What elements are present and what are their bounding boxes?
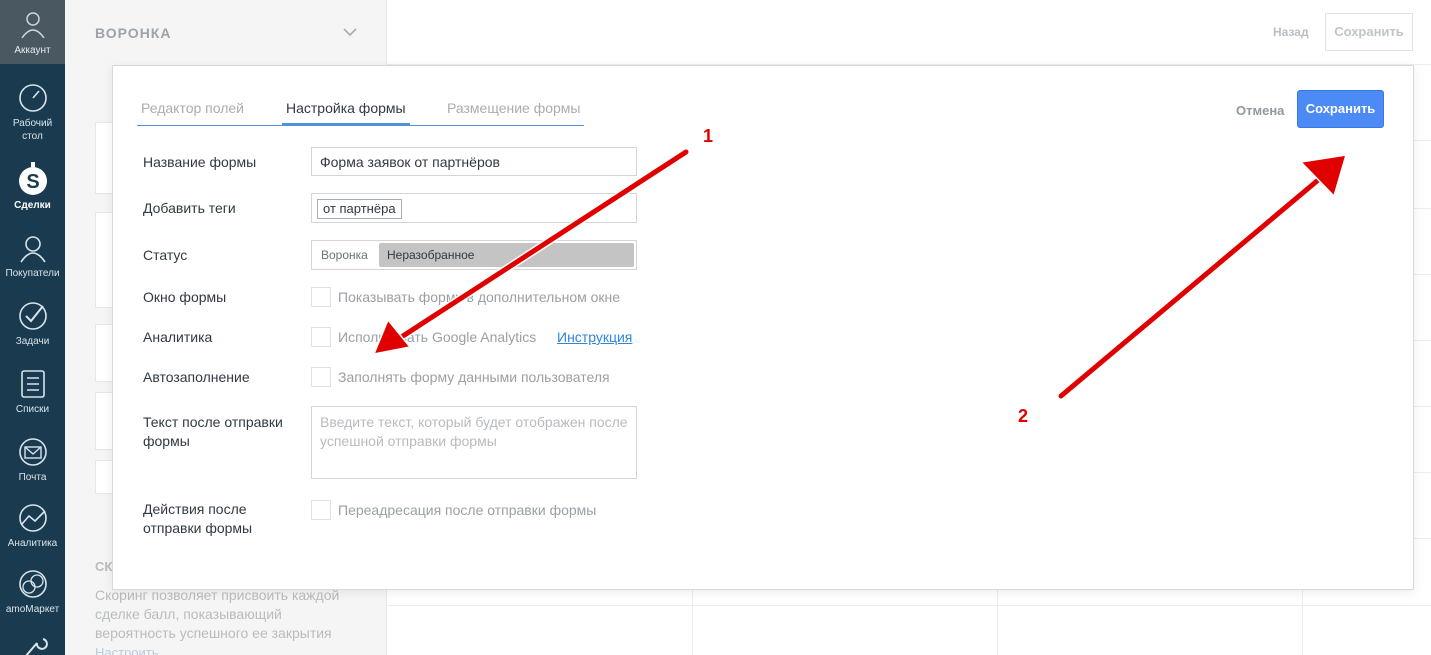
annotation-label-two: 2 xyxy=(1018,406,1029,426)
arrow-two xyxy=(1057,154,1348,400)
annotation-arrows xyxy=(372,148,1348,400)
annotation-label-one: 1 xyxy=(703,126,714,146)
arrow-one xyxy=(372,148,690,356)
